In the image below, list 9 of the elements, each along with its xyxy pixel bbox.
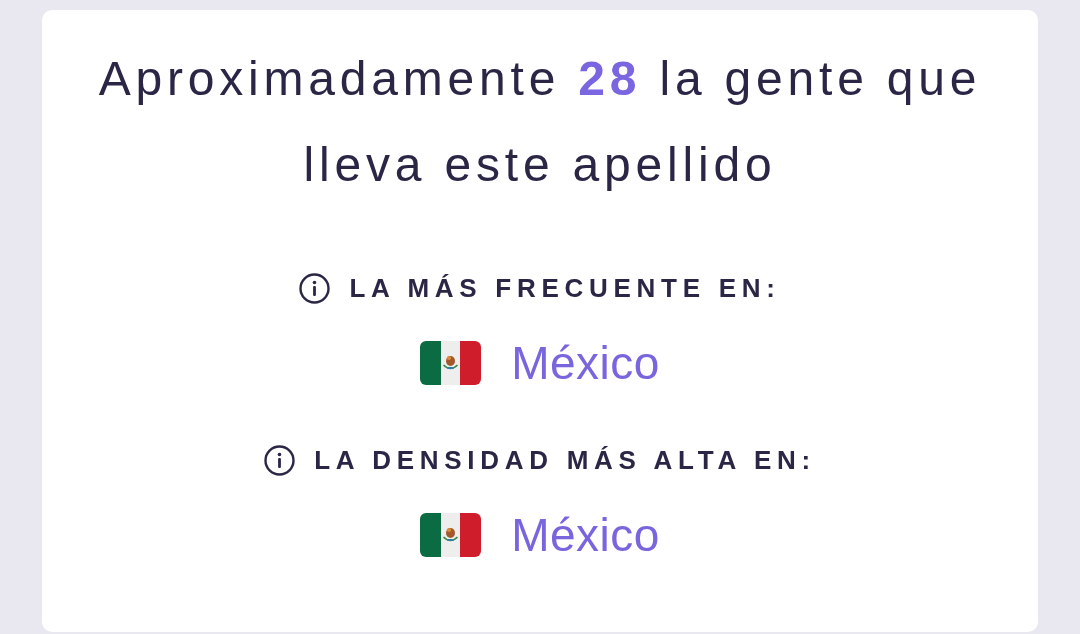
section-heading: LA DENSIDAD MÁS ALTA EN:	[314, 444, 816, 477]
section-heading: LA MÁS FRECUENTE EN:	[349, 272, 781, 305]
country-name[interactable]: México	[511, 511, 660, 559]
info-icon[interactable]	[299, 273, 331, 304]
country-name[interactable]: México	[511, 339, 660, 387]
mexico-flag-icon	[420, 341, 482, 385]
info-icon[interactable]	[264, 445, 296, 476]
mexico-flag-icon	[420, 513, 482, 557]
headline-text: Aproximadamente 28 la gente que lleva este apellido	[97, 51, 983, 193]
